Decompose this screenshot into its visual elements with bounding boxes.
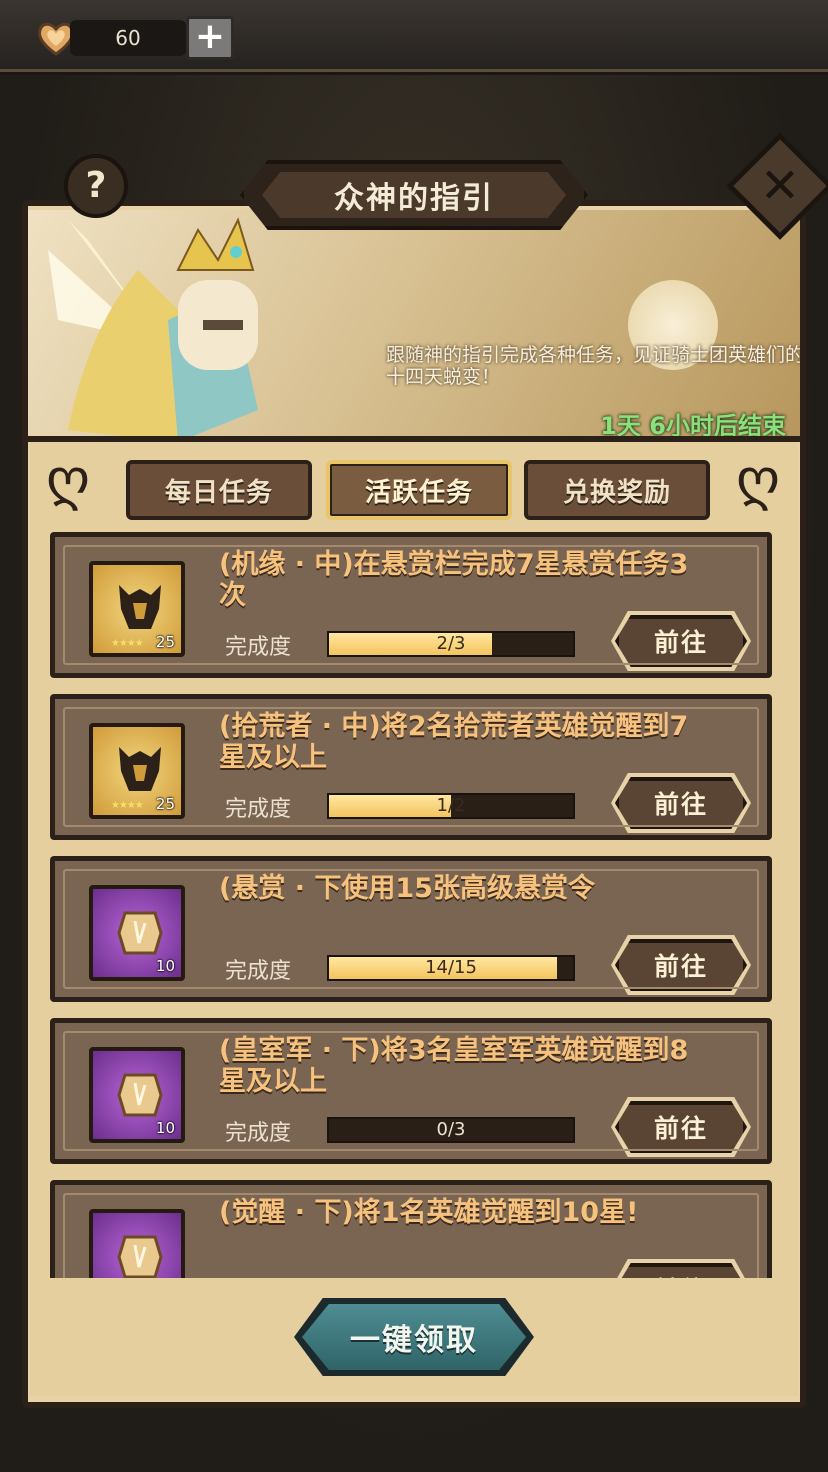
tab-active-tasks[interactable]: 活跃任务: [326, 460, 512, 520]
help-button[interactable]: ?: [64, 154, 128, 218]
tab-daily-tasks[interactable]: 每日任务: [126, 460, 312, 520]
progress-value: 14/15: [425, 957, 477, 978]
helmet-icon: [119, 585, 161, 629]
task-title: (机缘 · 中)在悬赏栏完成7星悬赏任务3次: [219, 549, 689, 611]
task-list[interactable]: ★★★★ 25 (机缘 · 中)在悬赏栏完成7星悬赏任务3次 完成度 2/3 前…: [50, 532, 772, 1278]
swirl-ornament-icon: ღ: [45, 447, 91, 512]
task-title: (拾荒者 · 中)将2名拾荒者英雄觉醒到7星及以上: [219, 711, 689, 773]
task-title: (觉醒 · 下)将1名英雄觉醒到10星!: [219, 1197, 639, 1228]
bounty-token-icon: [117, 1073, 163, 1117]
claim-all-button[interactable]: 一键领取: [302, 1304, 526, 1370]
reward-count: 25: [155, 633, 175, 651]
close-icon[interactable]: ✕: [742, 148, 818, 224]
title-plaque: 众神的指引: [240, 160, 588, 230]
go-button[interactable]: 前往: [615, 777, 747, 829]
currency-amount: 60: [70, 20, 186, 56]
reward-count: 10: [155, 957, 175, 975]
star-rating-icon: ★★★★: [111, 800, 144, 811]
bounty-token-icon: [117, 911, 163, 955]
progress-bar: 0/3: [327, 1117, 575, 1143]
reward-count: 10: [155, 1119, 175, 1137]
progress-value: 2/3: [436, 633, 466, 654]
reward-item[interactable]: 10: [89, 885, 185, 981]
task-card: ★★★★ 25 (机缘 · 中)在悬赏栏完成7星悬赏任务3次 完成度 2/3 前…: [50, 532, 772, 678]
dialog-title: 众神的指引: [262, 172, 566, 218]
progress-label: 完成度: [225, 635, 292, 660]
progress-label: 完成度: [225, 797, 292, 822]
task-card: 10 (悬赏 · 下使用15张高级悬赏令 完成度 14/15 前往: [50, 856, 772, 1002]
reward-item[interactable]: ★★★★ 25: [89, 723, 185, 819]
swirl-ornament-icon: ღ: [735, 447, 781, 512]
progress-value: 0/3: [436, 1119, 466, 1140]
task-card: 10 (皇室军 · 下)将3名皇室军英雄觉醒到8星及以上 完成度 0/3 前往: [50, 1018, 772, 1164]
task-card: 10 (觉醒 · 下)将1名英雄觉醒到10星! 前往: [50, 1180, 772, 1278]
add-currency-button[interactable]: +: [186, 16, 234, 60]
reward-item[interactable]: 10: [89, 1047, 185, 1143]
goddess-illustration: [48, 217, 258, 436]
progress-value: 1/2: [436, 795, 466, 816]
go-button[interactable]: 前往: [615, 939, 747, 991]
progress-label: 完成度: [225, 1121, 292, 1146]
bounty-token-icon: [117, 1235, 163, 1278]
event-timer: 1天 6小时后结束: [600, 412, 786, 440]
task-title: (悬赏 · 下使用15张高级悬赏令: [219, 873, 595, 904]
progress-bar: 2/3: [327, 631, 575, 657]
task-card: ★★★★ 25 (拾荒者 · 中)将2名拾荒者英雄觉醒到7星及以上 完成度 1/…: [50, 694, 772, 840]
tab-exchange-rewards[interactable]: 兑换奖励: [524, 460, 710, 520]
reward-count: 25: [155, 795, 175, 813]
progress-label: 完成度: [225, 959, 292, 984]
go-button[interactable]: 前往: [615, 615, 747, 667]
go-button[interactable]: 前往: [615, 1263, 747, 1278]
reward-item[interactable]: ★★★★ 25: [89, 561, 185, 657]
task-title: (皇室军 · 下)将3名皇室军英雄觉醒到8星及以上: [219, 1035, 689, 1097]
star-rating-icon: ★★★★: [111, 638, 144, 649]
progress-bar: 14/15: [327, 955, 575, 981]
go-button[interactable]: 前往: [615, 1101, 747, 1153]
event-banner: 跟随神的指引完成各种任务，见证骑士团英雄们的十四天蜕变！ 1天 6小时后结束: [28, 210, 800, 442]
helmet-icon: [119, 747, 161, 791]
progress-bar: 1/2: [327, 793, 575, 819]
event-description: 跟随神的指引完成各种任务，见证骑士团英雄们的十四天蜕变！: [386, 344, 800, 388]
reward-item[interactable]: 10: [89, 1209, 185, 1278]
top-currency-bar: 60 +: [0, 0, 828, 72]
